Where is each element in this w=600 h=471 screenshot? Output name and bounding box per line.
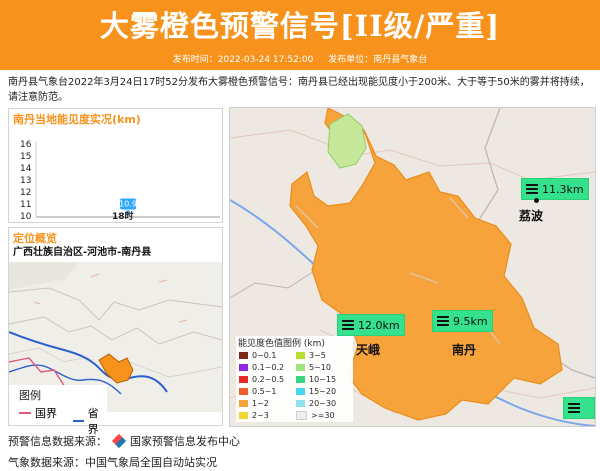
country-border-line-icon: [19, 412, 31, 414]
country-border-label: 国界: [35, 407, 57, 420]
legend-label: 0~0.1: [252, 350, 277, 360]
legend-country-border: 国界: [19, 405, 57, 421]
legend-item: >=30: [296, 410, 335, 420]
warning-title: 大雾橙色预警信号[II级/严重]: [99, 9, 501, 43]
legend-label: 5~10: [309, 362, 331, 372]
x-tick-18: 18时: [112, 212, 134, 222]
visibility-panel: 南丹当地能见度实况(km) 16 15 14 13 12 11 10 10.9 …: [8, 108, 223, 223]
station-marker-libo[interactable]: 11.3km: [521, 178, 589, 200]
station-marker-edge[interactable]: [563, 397, 595, 419]
legend-swatch: [239, 375, 248, 383]
warning-source-row: 预警信息数据来源： 国家预警信息发布中心: [8, 433, 240, 449]
publish-time: 发布时间：2022-03-24 17:52:00: [172, 55, 314, 65]
legend-swatch: [239, 351, 248, 359]
legend-item: 10~15: [296, 374, 336, 384]
legend-swatch: [239, 387, 248, 395]
legend-swatch: [296, 410, 307, 420]
station-list-icon: [568, 403, 580, 413]
visibility-legend-title: 能见度色值图例 (km): [238, 339, 325, 349]
legend-item: 0.1~0.2: [239, 362, 284, 372]
overview-legend: 图例 国界 省界: [9, 385, 107, 436]
weather-source-row: 气象数据来源：中国气象局全国自动站实况: [8, 456, 217, 469]
legend-swatch: [296, 387, 305, 395]
legend-label: >=30: [311, 410, 335, 420]
legend-label: 0.5~1: [252, 386, 277, 396]
visibility-color-legend: 能见度色值图例 (km) 0~0.1 3~5 0.1~0.2 5~10 0.2~…: [236, 336, 353, 422]
legend-label: 3~5: [309, 350, 326, 360]
station-list-icon: [437, 316, 449, 326]
warning-description: 南丹县气象台2022年3月24日17时52分发布大雾橙色预警信号：南丹县已经出现…: [8, 77, 590, 103]
legend-label: 2~3: [252, 410, 269, 420]
legend-item: 2~3: [239, 410, 269, 420]
legend-label: 15~20: [309, 386, 337, 396]
location-panel: 定位概览 广西壮族自治区-河池市-南丹县 图例 国界 省界: [8, 227, 223, 436]
publisher: 发布单位：南丹县气象台: [328, 55, 428, 65]
legend-label: 10~15: [309, 374, 337, 384]
province-border-line-icon: [73, 420, 84, 422]
place-nandan: 南丹: [452, 343, 477, 357]
legend-item: 0.5~1: [239, 386, 277, 396]
place-dot-libo: [534, 198, 539, 203]
warning-header: 大雾橙色预警信号[II级/严重] 发布时间：2022-03-24 17:52:0…: [0, 0, 600, 70]
overview-legend-title: 图例: [19, 389, 41, 402]
station-list-icon: [342, 320, 354, 330]
station-label-tiane: 12.0km: [358, 318, 400, 332]
legend-swatch: [296, 375, 305, 383]
station-label-nandan: 9.5km: [453, 314, 488, 328]
legend-swatch: [239, 411, 248, 419]
legend-item: 15~20: [296, 386, 336, 396]
legend-label: 20~30: [309, 398, 337, 408]
warning-source-org[interactable]: 国家预警信息发布中心: [130, 435, 240, 448]
legend-swatch: [239, 399, 248, 407]
legend-label: 0.2~0.5: [252, 374, 285, 384]
warning-source-logo-icon: [111, 433, 126, 449]
legend-item: 5~10: [296, 362, 331, 372]
legend-swatch: [239, 363, 248, 371]
legend-swatch: [296, 351, 305, 359]
legend-item: 0.2~0.5: [239, 374, 284, 384]
station-marker-nandan[interactable]: 9.5km: [432, 310, 493, 332]
place-libo: 荔波: [519, 209, 544, 223]
legend-item: 0~0.1: [239, 350, 277, 360]
legend-label: 1~2: [252, 398, 269, 408]
legend-item: 3~5: [296, 350, 326, 360]
station-marker-tiane[interactable]: 12.0km: [337, 314, 405, 336]
legend-item: 1~2: [239, 398, 269, 408]
legend-item: 20~30: [296, 398, 336, 408]
warning-meta: 发布时间：2022-03-24 17:52:00 发布单位：南丹县气象台: [0, 52, 600, 65]
place-tiane: 天峨: [356, 343, 381, 357]
station-list-icon: [526, 184, 538, 194]
data-point-label: 10.9: [119, 200, 137, 209]
visibility-chart: 10.9: [35, 142, 220, 218]
legend-swatch: [296, 399, 305, 407]
warning-source-label: 预警信息数据来源：: [8, 435, 107, 448]
visibility-map: 11.3km 12.0km 9.5km 荔波 天峨 南丹 能见度色值图例 (km…: [229, 107, 596, 427]
station-label-libo: 11.3km: [542, 182, 584, 196]
legend-label: 0.1~0.2: [252, 362, 285, 372]
legend-swatch: [296, 363, 305, 371]
location-path: 广西壮族自治区-河池市-南丹县: [13, 247, 152, 258]
